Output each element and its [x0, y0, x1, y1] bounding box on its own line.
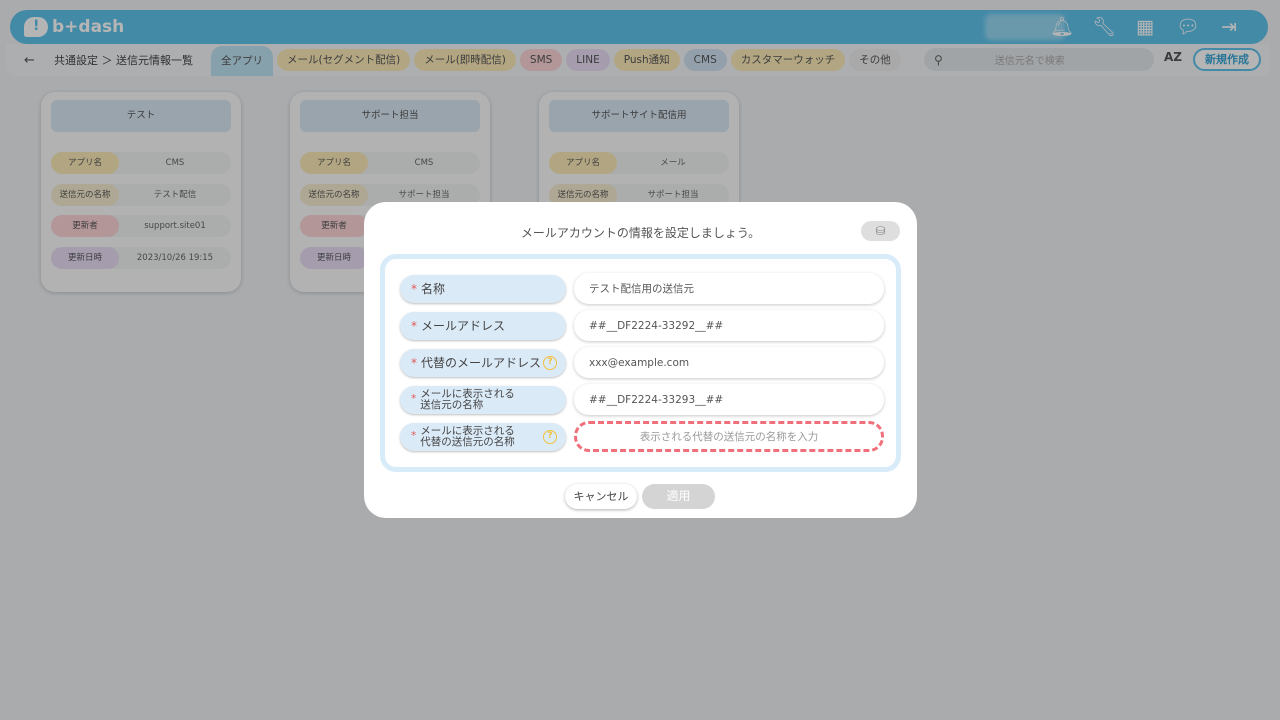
- field-input[interactable]: ##__DF2224-33292__##: [574, 310, 884, 341]
- field-label-line2: 代替の送信元の名称: [420, 435, 515, 448]
- field-label-line2: 送信元の名称: [420, 398, 484, 411]
- field-input[interactable]: xxx@example.com: [574, 347, 884, 378]
- database-icon[interactable]: ⛁: [861, 221, 900, 241]
- required-mark: *: [411, 355, 417, 370]
- field-label: * 代替のメールアドレス?: [400, 348, 566, 377]
- form-row: * メールに表示される 送信元の名称 ##__DF2224-33293__##: [400, 384, 884, 415]
- form-row: * 代替のメールアドレス? xxx@example.com: [400, 347, 884, 378]
- form-area: * 名称 テスト配信用の送信元 * メールアドレス ##__DF2224-33292__#…: [380, 254, 901, 472]
- apply-button[interactable]: 適用: [642, 484, 715, 509]
- required-mark: *: [411, 318, 417, 333]
- field-input[interactable]: テスト配信用の送信元: [574, 273, 884, 304]
- field-label-text: 代替のメールアドレス: [421, 356, 542, 370]
- field-label: * メールに表示される 代替の送信元の名称?: [400, 422, 566, 451]
- help-icon[interactable]: ?: [543, 429, 557, 444]
- required-mark: *: [411, 430, 417, 442]
- field-label-text: メールアドレス: [421, 319, 506, 333]
- field-label-text: メールに表示される 送信元の名称: [420, 388, 515, 411]
- required-mark: *: [411, 281, 417, 296]
- field-label-text: 名称: [421, 282, 446, 296]
- form-row: * メールに表示される 代替の送信元の名称? 表示される代替の送信元の名称を入力: [400, 421, 884, 452]
- alt-sender-name-input[interactable]: 表示される代替の送信元の名称を入力: [574, 421, 884, 452]
- form-row: * 名称 テスト配信用の送信元: [400, 273, 884, 304]
- form-row: * メールアドレス ##__DF2224-33292__##: [400, 310, 884, 341]
- help-icon[interactable]: ?: [543, 355, 557, 370]
- sender-settings-modal: メールアカウントの情報を設定しましょう。 ⛁ * 名称 テスト配信用の送信元 * メール…: [364, 202, 917, 518]
- field-input[interactable]: ##__DF2224-33293__##: [574, 384, 884, 415]
- required-mark: *: [411, 393, 417, 405]
- field-label: * メールに表示される 送信元の名称: [400, 385, 566, 414]
- field-label: * 名称: [400, 274, 566, 303]
- cancel-button[interactable]: キャンセル: [565, 484, 637, 509]
- modal-title: メールアカウントの情報を設定しましょう。: [520, 226, 761, 240]
- field-label: * メールアドレス: [400, 311, 566, 340]
- field-label-text: メールに表示される 代替の送信元の名称: [420, 425, 515, 448]
